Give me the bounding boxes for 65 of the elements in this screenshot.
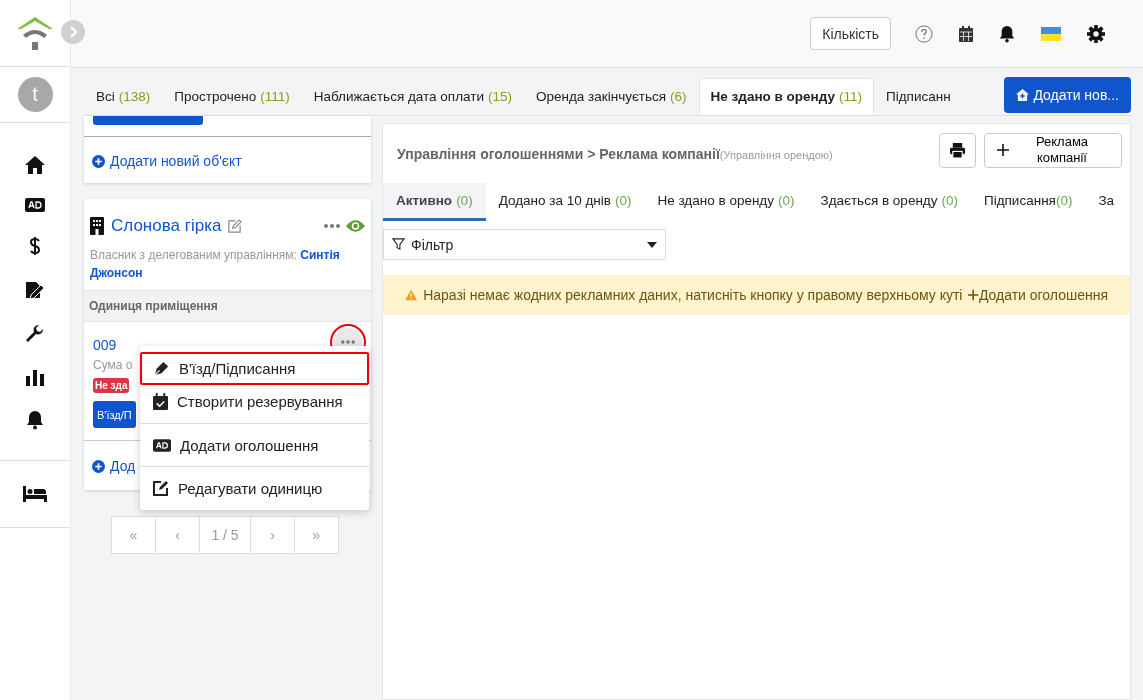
edit-icon[interactable] [227,218,243,234]
tab[interactable]: Підписанн [874,78,963,115]
tab[interactable]: Активно (0) [383,183,486,221]
more-icon[interactable] [324,224,340,228]
flag-icon[interactable] [1041,26,1061,41]
owner-text: Власник з делегованим управлінням: Синтія Джонсон [90,247,341,282]
more-icon [341,340,355,344]
pen-icon [153,360,170,377]
add-ad-button[interactable]: Реклама компанії [984,132,1122,168]
alert-text: Наразі немає жодних рекламних даних, натисніть кнопку у правому верхньому куті [423,287,963,303]
unit-number[interactable]: 009 [93,331,117,353]
calendar-check-icon [153,393,168,410]
menu-item[interactable]: В'їзд/Підписання [140,352,369,385]
section-header: Одиниця приміщення [84,290,371,322]
wrench-icon[interactable] [25,324,45,344]
plus-circle-icon [92,459,105,473]
plus-icon [997,144,1009,156]
bed-icon[interactable] [23,486,47,502]
add-unit-link[interactable]: Дод [92,458,136,474]
plus-icon [968,289,979,301]
add-object-link[interactable]: Додати новий об'єкт [92,153,242,169]
tab[interactable]: Здається в оренду (0) [807,183,971,221]
logo-icon [15,15,55,51]
building-icon [90,217,104,235]
breadcrumb: Управління оголошеннями > Реклама компанії(Управління орендою) [397,145,834,162]
add-new-button[interactable]: Додати нов... [1004,77,1131,113]
edit-icon [153,480,169,496]
signed-document-icon[interactable] [25,280,45,300]
quantity-button[interactable]: Кількість [810,17,891,50]
tab[interactable]: Не здано в оренду (11) [698,78,875,115]
status-badge: Не зда [93,378,130,393]
calendar-icon[interactable] [959,25,973,42]
help-icon[interactable] [915,24,933,43]
filter-dropdown[interactable]: Фільтр [383,229,666,260]
bell-icon[interactable] [999,24,1015,43]
tab[interactable]: Всі (138) [84,78,163,115]
warning-icon [405,289,418,301]
settings-icon[interactable] [1087,24,1105,43]
tab[interactable]: Оренда закінчується (6) [524,78,699,115]
tab[interactable]: Не здано в оренду (0) [644,183,808,221]
plus-circle-icon [92,154,105,168]
print-icon [950,142,965,158]
menu-item[interactable]: Додати оголошення [140,423,369,461]
check-in-button[interactable]: В'їзд/П [93,401,136,428]
bell-icon[interactable] [26,410,44,430]
tab[interactable]: Додано за 10 днів (0) [485,183,645,221]
ad-icon[interactable] [25,198,45,212]
menu-item[interactable]: Створити резервування [140,385,369,418]
bar-chart-icon[interactable] [26,368,44,386]
sum-label: Сума о [93,358,133,372]
tab[interactable]: Підписання(0) [971,183,1086,221]
filter-icon [392,238,405,251]
home-icon[interactable] [25,156,45,174]
tab[interactable]: Прострочено (111) [162,78,302,115]
property-name[interactable]: Слонова гірка [111,216,222,236]
tab[interactable]: Наближається дата оплати (15) [301,78,524,115]
house-plus-icon [1016,89,1030,101]
print-button[interactable] [939,132,976,168]
caret-icon [647,241,657,248]
eye-icon[interactable] [346,219,365,233]
ad-icon [153,438,171,452]
add-ad-link[interactable]: Додати оголошення [978,287,1108,303]
menu-item[interactable]: Редагувати одиницю [140,466,369,504]
dollar-icon[interactable] [29,236,41,256]
tab[interactable]: За [1085,183,1128,221]
